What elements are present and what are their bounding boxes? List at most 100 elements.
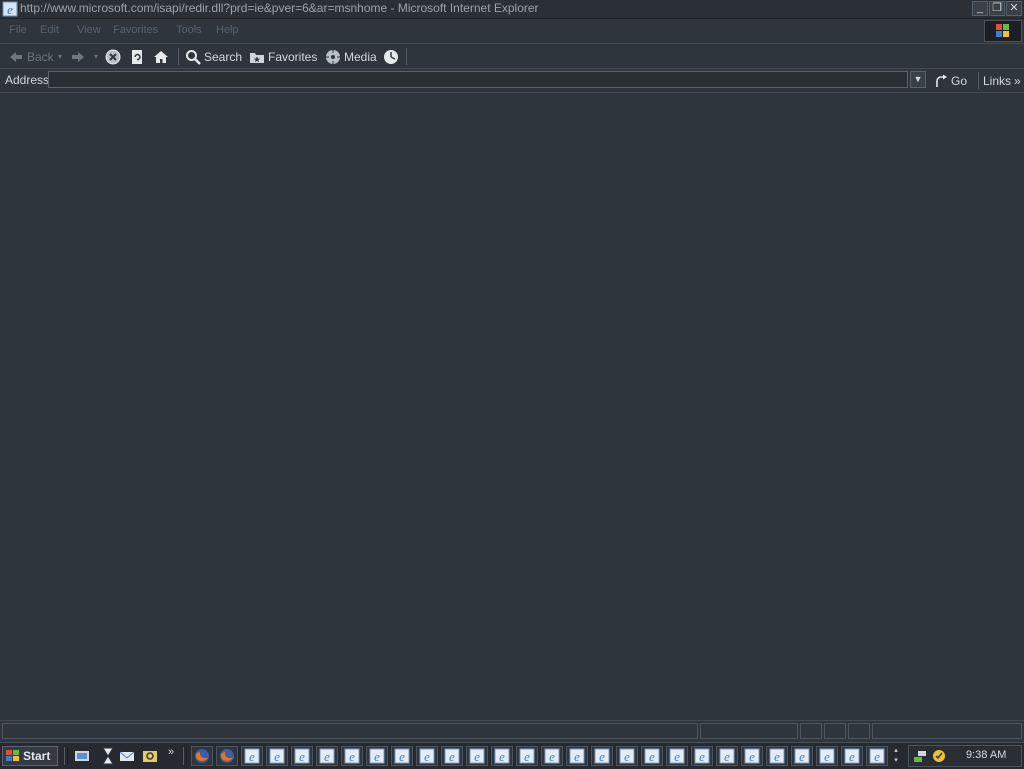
taskbar-scroll[interactable]: ▴ ▾: [890, 746, 902, 766]
back-arrow-icon: [10, 51, 22, 62]
ie-icon: e: [494, 748, 510, 764]
title-bar[interactable]: e http://www.microsoft.com/isapi/redir.d…: [0, 0, 1024, 19]
quicklaunch-desktop[interactable]: [73, 747, 91, 765]
ie-icon: e: [719, 748, 735, 764]
taskbar-button-internet-explorer[interactable]: e: [716, 746, 738, 766]
taskbar-button-internet-explorer[interactable]: e: [691, 746, 713, 766]
media-button[interactable]: Media: [325, 47, 377, 66]
svg-text:e: e: [449, 749, 455, 764]
svg-text:e: e: [349, 749, 355, 764]
taskbar-button-internet-explorer[interactable]: e: [791, 746, 813, 766]
ie-icon: e: [844, 748, 860, 764]
favorites-folder-icon: [250, 52, 264, 63]
history-button[interactable]: [383, 47, 399, 66]
taskbar-button-internet-explorer[interactable]: e: [591, 746, 613, 766]
taskbar-button-internet-explorer[interactable]: e: [816, 746, 838, 766]
menu-bar: File Edit View Favorites Tools Help: [0, 19, 1024, 44]
firefox-icon: [219, 748, 235, 764]
taskbar-button-internet-explorer[interactable]: e: [641, 746, 663, 766]
chevron-right-icon: »: [1014, 73, 1021, 88]
taskbar-button-internet-explorer[interactable]: e: [416, 746, 438, 766]
menu-edit[interactable]: Edit: [40, 24, 59, 36]
go-label: Go: [951, 73, 968, 88]
firefox-icon: [194, 748, 210, 764]
status-zone-pane: [872, 723, 1022, 739]
taskbar-button-internet-explorer[interactable]: e: [541, 746, 563, 766]
restore-button[interactable]: ❐: [989, 1, 1005, 16]
svg-text:e: e: [274, 749, 280, 764]
minimize-button[interactable]: _: [972, 1, 988, 16]
address-input[interactable]: [48, 71, 908, 88]
taskbar-button-internet-explorer[interactable]: e: [666, 746, 688, 766]
go-button[interactable]: Go: [934, 72, 967, 89]
address-dropdown-button[interactable]: ▼: [910, 71, 926, 88]
ie-icon: e: [244, 748, 260, 764]
taskbar-button-internet-explorer[interactable]: e: [391, 746, 413, 766]
ie-icon: e: [369, 748, 385, 764]
taskbar-button-internet-explorer[interactable]: e: [441, 746, 463, 766]
stop-button[interactable]: [105, 47, 121, 66]
forward-button[interactable]: [70, 47, 86, 66]
status-text-pane: [2, 723, 698, 739]
taskbar-grip: [183, 747, 187, 765]
taskbar-button-internet-explorer[interactable]: e: [741, 746, 763, 766]
taskbar-button-internet-explorer[interactable]: e: [316, 746, 338, 766]
taskbar-button-firefox[interactable]: [191, 746, 213, 766]
taskbar-button-firefox[interactable]: [216, 746, 238, 766]
taskbar-button-internet-explorer[interactable]: e: [366, 746, 388, 766]
taskbar-button-internet-explorer[interactable]: e: [516, 746, 538, 766]
clock[interactable]: 9:38 AM: [966, 749, 1006, 761]
home-button[interactable]: [153, 47, 169, 66]
taskbar-button-internet-explorer[interactable]: e: [866, 746, 888, 766]
quicklaunch-outlook[interactable]: [118, 747, 136, 765]
quicklaunch-search[interactable]: [141, 747, 159, 765]
taskbar-button-internet-explorer[interactable]: e: [266, 746, 288, 766]
search-button[interactable]: Search: [185, 47, 242, 66]
taskbar-button-internet-explorer[interactable]: e: [841, 746, 863, 766]
links-toolbar[interactable]: Links »: [978, 72, 1021, 89]
quicklaunch-chevron[interactable]: »: [168, 746, 174, 758]
status-bar: [0, 720, 1024, 742]
media-label: Media: [344, 49, 377, 64]
taskbar-button-internet-explorer[interactable]: e: [491, 746, 513, 766]
close-button[interactable]: ✕: [1006, 1, 1022, 16]
quicklaunch-hourglass[interactable]: [99, 747, 117, 765]
media-icon: [326, 49, 340, 64]
taskbar-button-internet-explorer[interactable]: e: [341, 746, 363, 766]
tray-security-icon[interactable]: [931, 748, 947, 764]
chevron-down-icon: ▼: [913, 74, 923, 84]
start-button[interactable]: Start: [2, 746, 58, 766]
ie-icon: e: [344, 748, 360, 764]
menu-view[interactable]: View: [77, 24, 101, 36]
favorites-button[interactable]: Favorites: [249, 47, 317, 66]
taskbar-button-internet-explorer[interactable]: e: [291, 746, 313, 766]
back-dropdown[interactable]: ▾: [58, 47, 62, 66]
ie-icon: e: [644, 748, 660, 764]
svg-text:e: e: [849, 749, 855, 764]
ie-icon: e: [569, 748, 585, 764]
ie-icon: e: [544, 748, 560, 764]
refresh-button[interactable]: [129, 47, 145, 66]
ie-icon: e: [594, 748, 610, 764]
svg-text:e: e: [799, 749, 805, 764]
menu-favorites[interactable]: Favorites: [113, 24, 158, 36]
status-progress-pane: [700, 723, 798, 739]
status-pane: [848, 723, 870, 739]
taskbar-button-internet-explorer[interactable]: e: [241, 746, 263, 766]
taskbar-button-internet-explorer[interactable]: e: [616, 746, 638, 766]
forward-dropdown[interactable]: ▾: [94, 47, 98, 66]
search-label: Search: [204, 49, 243, 64]
tray-network-icon[interactable]: [913, 748, 929, 764]
page-content-area[interactable]: [0, 93, 1024, 720]
svg-text:e: e: [474, 749, 480, 764]
taskbar-button-internet-explorer[interactable]: e: [566, 746, 588, 766]
taskbar-button-internet-explorer[interactable]: e: [766, 746, 788, 766]
menu-tools[interactable]: Tools: [176, 24, 202, 36]
taskbar-button-internet-explorer[interactable]: e: [466, 746, 488, 766]
menu-file[interactable]: File: [9, 24, 27, 36]
stop-icon: [105, 49, 121, 64]
ie-icon: e: [469, 748, 485, 764]
back-button[interactable]: Back: [8, 47, 54, 66]
toolbar-separator: [406, 48, 407, 65]
menu-help[interactable]: Help: [216, 24, 239, 36]
